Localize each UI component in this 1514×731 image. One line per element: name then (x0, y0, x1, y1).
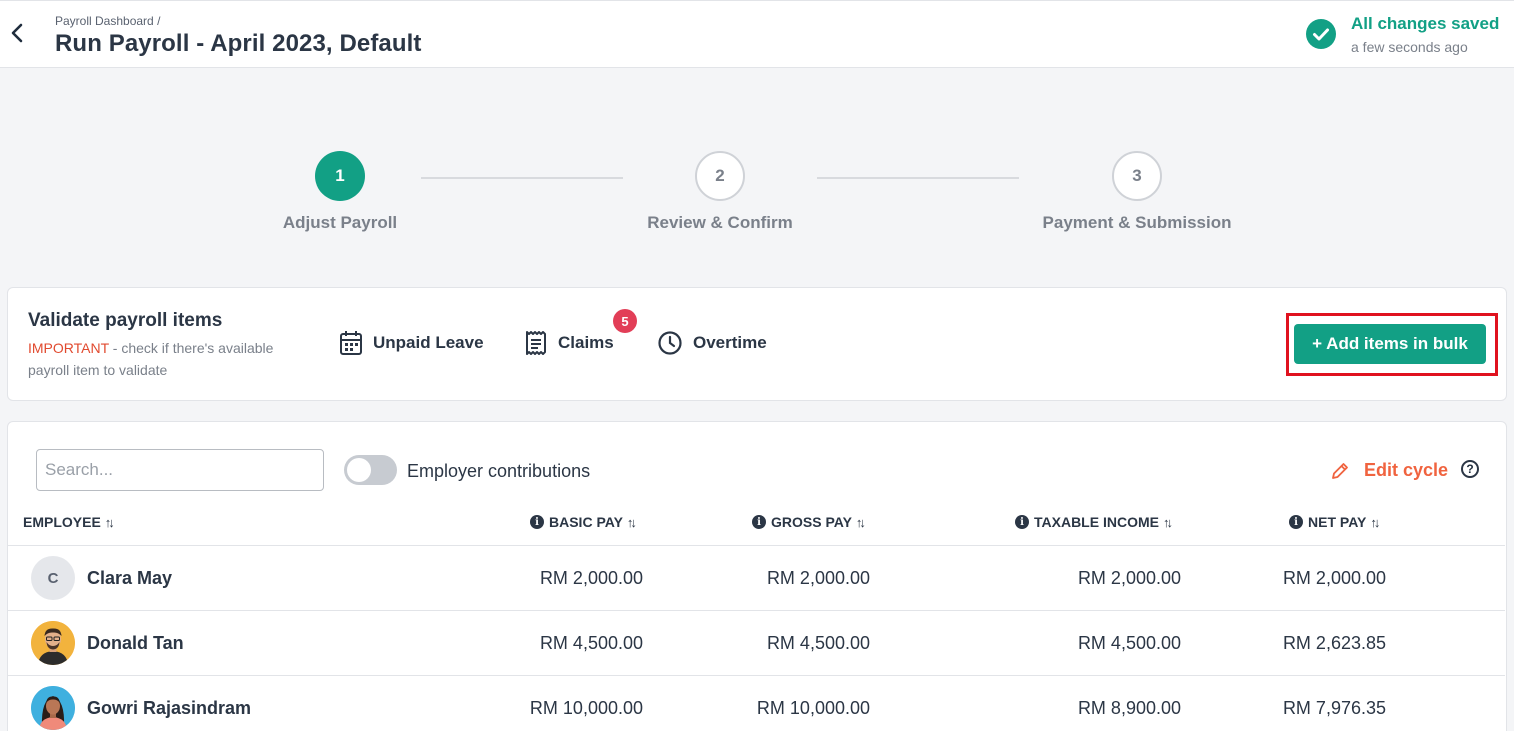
column-header-label: GROSS PAY (771, 514, 852, 530)
info-icon: i (1015, 515, 1029, 529)
step-1-label: Adjust Payroll (282, 213, 398, 232)
sort-icon: ↑↓ (1162, 514, 1173, 530)
net-pay-cell: RM 2,000.00 (1282, 568, 1386, 588)
step-3-label: Payment & Submission (1042, 213, 1232, 232)
column-header-taxable-income[interactable]: i TAXABLE INCOME ↑↓ (1015, 514, 1173, 530)
column-header-label: TAXABLE INCOME (1034, 514, 1159, 530)
save-timestamp: a few seconds ago (1351, 39, 1468, 55)
basic-pay-cell: RM 10,000.00 (529, 698, 643, 718)
clock-icon (658, 331, 682, 355)
step-2-circle[interactable]: 2 (695, 151, 745, 201)
check-circle-icon (1306, 19, 1336, 49)
employer-contributions-toggle[interactable] (344, 455, 397, 485)
step-1-circle[interactable]: 1 (315, 151, 365, 201)
sort-icon: ↑↓ (855, 514, 866, 530)
avatar (31, 621, 75, 665)
page-title: Run Payroll - April 2023, Default (55, 30, 422, 57)
validate-title: Validate payroll items (28, 310, 223, 331)
column-header-label: NET PAY (1308, 514, 1367, 530)
table-row[interactable]: Gowri Rajasindram RM 10,000.00 RM 10,000… (8, 675, 1505, 731)
important-label: IMPORTANT (28, 340, 109, 356)
edit-cycle-label: Edit cycle (1364, 460, 1449, 480)
taxable-income-cell: RM 8,900.00 (1077, 698, 1181, 718)
column-header-label: EMPLOYEE (23, 514, 101, 530)
validate-description: IMPORTANT - check if there's available p… (28, 337, 318, 381)
column-header-basic-pay[interactable]: i BASIC PAY ↑↓ (530, 514, 637, 530)
toggle-knob (347, 458, 371, 482)
payroll-table-card: Employer contributions Edit cycle ? EMPL… (7, 421, 1507, 731)
table-row[interactable]: C Clara May RM 2,000.00 RM 2,000.00 RM 2… (8, 545, 1505, 610)
table-row[interactable]: Donald Tan RM 4,500.00 RM 4,500.00 RM 4,… (8, 610, 1505, 675)
edit-cycle-button[interactable]: Edit cycle (1330, 460, 1448, 481)
step-2-label: Review & Confirm (647, 213, 793, 232)
pencil-icon (1332, 462, 1348, 479)
step-connector (817, 177, 1019, 179)
employer-contributions-label: Employer contributions (407, 461, 591, 481)
basic-pay-cell: RM 2,000.00 (539, 568, 643, 588)
overtime-item[interactable]: Overtime (657, 330, 767, 356)
net-pay-cell: RM 2,623.85 (1282, 633, 1386, 653)
receipt-icon (526, 331, 546, 355)
top-header: Payroll Dashboard / Run Payroll - April … (0, 0, 1514, 68)
back-arrow-icon[interactable] (6, 19, 28, 47)
avatar: C (31, 556, 75, 600)
breadcrumb-separator: / (157, 14, 161, 28)
taxable-income-cell: RM 2,000.00 (1077, 568, 1181, 588)
info-icon: i (1289, 515, 1303, 529)
column-header-gross-pay[interactable]: i GROSS PAY ↑↓ (752, 514, 866, 530)
step-3-circle[interactable]: 3 (1112, 151, 1162, 201)
avatar (31, 686, 75, 730)
claims-count-badge: 5 (613, 309, 637, 333)
column-header-net-pay[interactable]: i NET PAY ↑↓ (1289, 514, 1380, 530)
claims-item[interactable]: Claims (524, 330, 614, 356)
calendar-icon (340, 331, 362, 355)
overtime-label: Overtime (693, 333, 767, 352)
employee-name[interactable]: Clara May (87, 568, 172, 589)
info-icon: i (752, 515, 766, 529)
validate-card: Validate payroll items IMPORTANT - check… (7, 287, 1507, 401)
gross-pay-cell: RM 4,500.00 (766, 633, 870, 653)
taxable-income-cell: RM 4,500.00 (1077, 633, 1181, 653)
breadcrumb: Payroll Dashboard / (55, 14, 160, 28)
step-connector (421, 177, 623, 179)
column-header-employee[interactable]: EMPLOYEE ↑↓ (23, 514, 115, 530)
net-pay-cell: RM 7,976.35 (1282, 698, 1386, 718)
info-icon: i (530, 515, 544, 529)
unpaid-leave-item[interactable]: Unpaid Leave (339, 330, 484, 356)
breadcrumb-link[interactable]: Payroll Dashboard (55, 14, 154, 28)
employee-name[interactable]: Donald Tan (87, 633, 184, 654)
save-status: All changes saved (1351, 14, 1500, 33)
gross-pay-cell: RM 2,000.00 (766, 568, 870, 588)
gross-pay-cell: RM 10,000.00 (756, 698, 870, 718)
sort-icon: ↑↓ (1370, 514, 1380, 530)
column-header-label: BASIC PAY (549, 514, 623, 530)
add-items-in-bulk-button[interactable]: + Add items in bulk (1294, 324, 1486, 364)
sort-icon: ↑↓ (626, 514, 637, 530)
claims-label: Claims (558, 333, 614, 352)
unpaid-leave-label: Unpaid Leave (373, 333, 484, 352)
sort-icon: ↑↓ (104, 514, 115, 530)
help-icon[interactable]: ? (1461, 460, 1479, 478)
basic-pay-cell: RM 4,500.00 (539, 633, 643, 653)
employee-name[interactable]: Gowri Rajasindram (87, 698, 251, 719)
search-input[interactable] (36, 449, 324, 491)
